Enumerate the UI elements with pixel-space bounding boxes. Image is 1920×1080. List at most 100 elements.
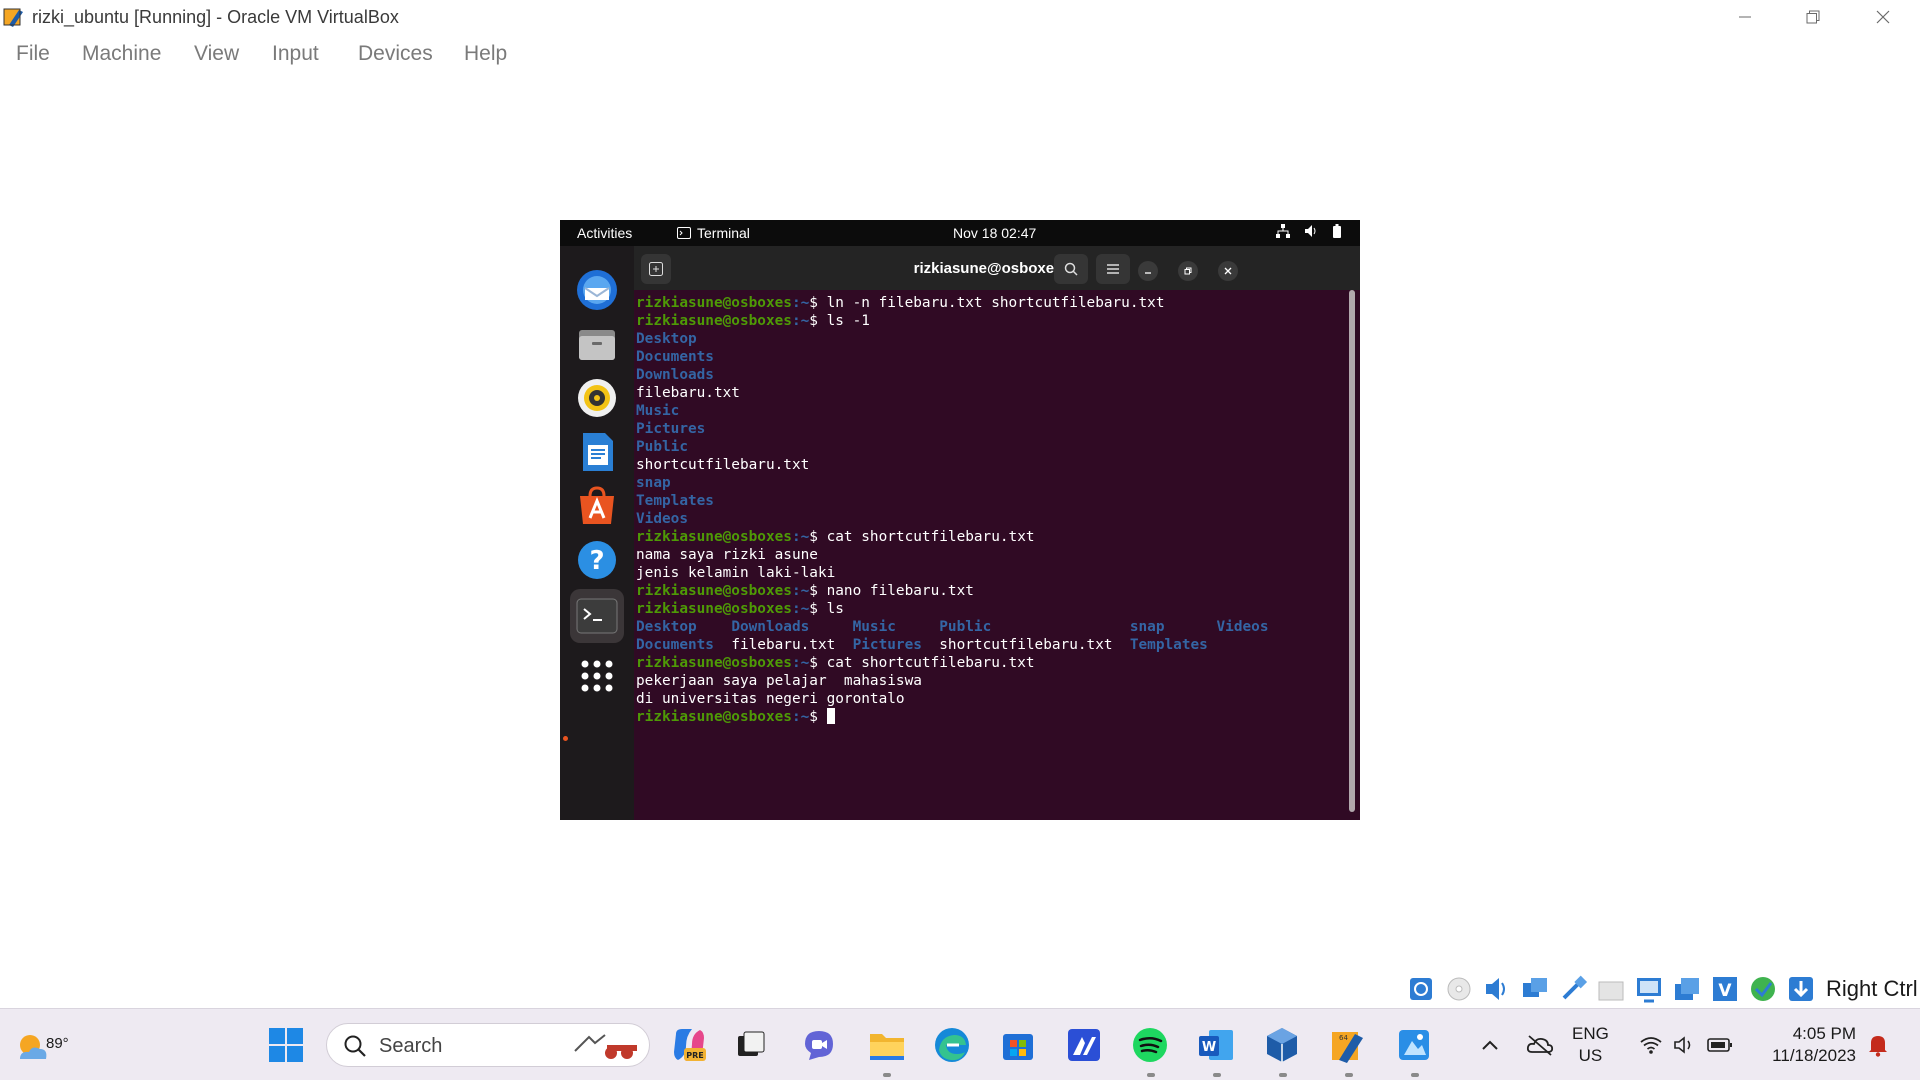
hard-disk-icon[interactable]: [1406, 974, 1436, 1004]
terminal-close-button[interactable]: [1218, 261, 1238, 281]
prompt-suffix: $: [809, 655, 827, 671]
usb-icon[interactable]: [1558, 974, 1588, 1004]
taskbar-store[interactable]: [996, 1023, 1040, 1067]
menu-file[interactable]: File: [16, 42, 50, 66]
vm-display[interactable]: Activities Terminal Nov 18 02:47 ? rizki…: [560, 220, 1360, 820]
menu-view[interactable]: View: [194, 42, 239, 66]
copilot-icon: PRE: [674, 1029, 706, 1061]
taskbar-copilot[interactable]: PRE: [667, 1023, 711, 1067]
dock-terminal[interactable]: [570, 589, 624, 643]
taskbar-search[interactable]: Search: [326, 1023, 650, 1067]
weather-widget[interactable]: 89°: [12, 1023, 69, 1067]
terminal-line: rizkiasune@osboxes:~$ nano filebaru.txt: [636, 582, 1336, 600]
show-hidden-icons-button[interactable]: [1468, 1023, 1512, 1067]
gnome-clock[interactable]: Nov 18 02:47: [953, 225, 1036, 241]
taskbar-teams[interactable]: [797, 1023, 841, 1067]
prompt-suffix: $: [809, 295, 827, 311]
terminal-output[interactable]: rizkiasune@osboxes:~$ ln -n filebaru.txt…: [636, 294, 1336, 814]
audio-icon[interactable]: [1482, 974, 1512, 1004]
directory-name: Music: [852, 619, 940, 635]
output-text: jenis kelamin laki-laki: [636, 565, 836, 581]
taskbar-word[interactable]: W: [1194, 1023, 1238, 1067]
menu-devices[interactable]: Devices: [358, 42, 433, 66]
menu-help[interactable]: Help: [464, 42, 507, 66]
svg-text:64: 64: [1339, 1034, 1348, 1042]
terminal-maximize-button[interactable]: [1178, 261, 1198, 281]
shared-folders-icon[interactable]: [1596, 974, 1626, 1004]
svg-text:PRE: PRE: [686, 1051, 704, 1060]
vbox-extension-icon[interactable]: V: [1710, 974, 1740, 1004]
directory-name: Downloads: [731, 619, 853, 635]
optical-disk-icon[interactable]: [1444, 974, 1474, 1004]
guest-additions-icon[interactable]: [1748, 974, 1778, 1004]
taskbar-app[interactable]: [1062, 1023, 1106, 1067]
restore-icon: [1184, 267, 1192, 275]
dock-help[interactable]: ?: [570, 533, 624, 587]
dock-rhythmbox[interactable]: [570, 371, 624, 425]
network-adapter-icon[interactable]: [1520, 974, 1550, 1004]
running-indicator: [1411, 1073, 1419, 1077]
menu-machine[interactable]: Machine: [82, 42, 161, 66]
battery-icon: [1707, 1038, 1732, 1052]
terminal-line: Templates: [636, 492, 1336, 510]
terminal-line: Videos: [636, 510, 1336, 528]
volume-icon: [1674, 1036, 1691, 1054]
terminal-line: rizkiasune@osboxes:~$: [636, 708, 1336, 726]
directory-name: Templates: [636, 493, 714, 509]
taskbar-spotify[interactable]: [1128, 1023, 1172, 1067]
menu-input[interactable]: Input: [272, 42, 319, 66]
terminal-window[interactable]: rizkiasune@osboxes: ~ rizkiasune@osboxes…: [634, 246, 1360, 820]
dock-show-apps[interactable]: [570, 649, 624, 703]
terminal-headerbar: rizkiasune@osboxes: ~: [634, 246, 1360, 290]
system-menu[interactable]: [1276, 224, 1342, 238]
dock-app-center[interactable]: [570, 479, 624, 533]
terminal-line: jenis kelamin laki-laki: [636, 564, 1336, 582]
host-key-indicator[interactable]: Right Ctrl: [1826, 976, 1918, 1002]
thunderbird-icon: [577, 270, 617, 310]
taskbar-clock[interactable]: 4:05 PM 11/18/2023: [1752, 1023, 1856, 1067]
taskbar-file-explorer[interactable]: [865, 1023, 909, 1067]
dock-writer[interactable]: [570, 425, 624, 479]
minimize-button[interactable]: [1712, 0, 1778, 34]
close-button[interactable]: [1850, 0, 1916, 34]
terminal-icon: [576, 598, 618, 634]
terminal-scrollbar[interactable]: [1349, 290, 1355, 812]
terminal-menu-button[interactable]: [1096, 254, 1130, 284]
rhythmbox-icon: [578, 379, 616, 417]
taskbar-vbox-manager[interactable]: 64: [1326, 1023, 1370, 1067]
terminal-minimize-button[interactable]: [1138, 261, 1158, 281]
tray-onedrive[interactable]: [1518, 1023, 1562, 1067]
file-explorer-icon: [870, 1034, 904, 1060]
start-button[interactable]: [264, 1023, 308, 1067]
taskbar-edge[interactable]: [930, 1023, 974, 1067]
restore-button[interactable]: [1780, 0, 1846, 34]
taskbar-paint[interactable]: [1392, 1023, 1436, 1067]
activities-button[interactable]: Activities: [577, 225, 632, 241]
language-indicator[interactable]: ENG US: [1572, 1023, 1609, 1067]
task-view-icon: [738, 1031, 765, 1056]
terminal-search-button[interactable]: [1054, 254, 1088, 284]
display-icon[interactable]: [1634, 974, 1664, 1004]
app-menu[interactable]: Terminal: [677, 225, 750, 241]
restore-icon: [1806, 10, 1820, 24]
dock-thunderbird[interactable]: [570, 263, 624, 317]
directory-name: Downloads: [636, 367, 714, 383]
clock-time: 4:05 PM: [1792, 1024, 1856, 1043]
prompt-path: :~: [791, 583, 810, 599]
window-title: rizki_ubuntu [Running] - Oracle VM Virtu…: [32, 7, 399, 27]
directory-name: Public: [636, 439, 688, 455]
tray-quick-settings[interactable]: [1630, 1023, 1742, 1067]
hamburger-menu-icon: [1107, 264, 1119, 274]
close-icon: [1224, 267, 1232, 275]
notification-center-button[interactable]: [1856, 1023, 1900, 1067]
app-menu-label: Terminal: [697, 225, 750, 241]
show-apps-icon: [581, 660, 613, 692]
taskbar-task-view[interactable]: [729, 1023, 773, 1067]
running-indicator: [883, 1073, 891, 1077]
dock-files[interactable]: [570, 317, 624, 371]
command-text: ln -n filebaru.txt shortcutfilebaru.txt: [826, 295, 1165, 311]
taskbar-virtualbox[interactable]: [1260, 1023, 1304, 1067]
terminal-line: rizkiasune@osboxes:~$ cat shortcutfileba…: [636, 654, 1336, 672]
download-icon[interactable]: [1786, 974, 1816, 1004]
recording-icon[interactable]: [1672, 974, 1702, 1004]
